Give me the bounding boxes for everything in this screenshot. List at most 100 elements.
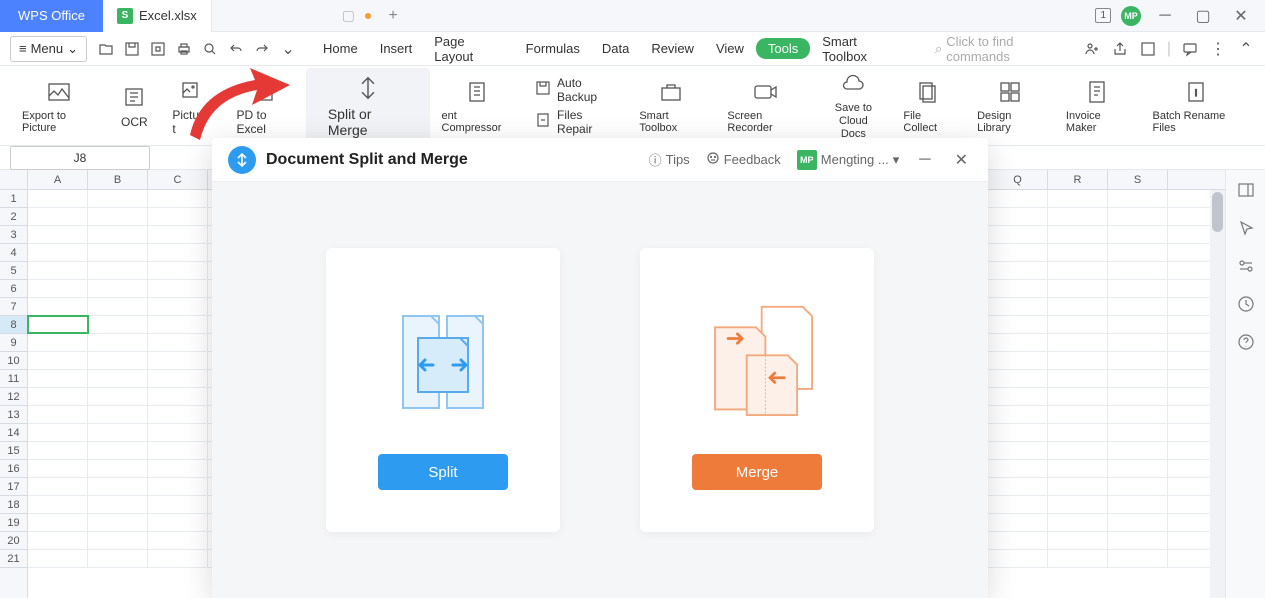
row-header[interactable]: 19 [0, 514, 27, 532]
cell[interactable] [148, 442, 208, 459]
cell[interactable] [988, 298, 1048, 315]
row-header[interactable]: 16 [0, 460, 27, 478]
maximize-button[interactable]: ▢ [1189, 4, 1217, 28]
cell[interactable] [1048, 460, 1108, 477]
cell[interactable] [988, 316, 1048, 333]
cell[interactable] [148, 298, 208, 315]
cell[interactable] [1108, 244, 1168, 261]
comment-icon[interactable] [1181, 40, 1199, 58]
cell[interactable] [988, 352, 1048, 369]
cell[interactable] [28, 442, 88, 459]
cell[interactable] [988, 406, 1048, 423]
tab-home[interactable]: Home [313, 35, 368, 62]
cell[interactable] [1108, 262, 1168, 279]
cell[interactable] [88, 388, 148, 405]
find-commands[interactable]: ⌕ Click to find commands [935, 34, 1079, 64]
cell[interactable] [988, 226, 1048, 243]
file-collect-button[interactable]: File Collect [891, 71, 965, 141]
cell[interactable] [88, 406, 148, 423]
cell[interactable] [1108, 442, 1168, 459]
cell[interactable] [1108, 388, 1168, 405]
minimize-button[interactable]: ─ [1151, 4, 1179, 28]
cell[interactable] [88, 334, 148, 351]
open-icon[interactable] [97, 40, 115, 58]
row-header[interactable]: 18 [0, 496, 27, 514]
cell[interactable] [1048, 280, 1108, 297]
cell[interactable] [88, 370, 148, 387]
row-header[interactable]: 7 [0, 298, 27, 316]
cell[interactable] [88, 514, 148, 531]
cell[interactable] [88, 352, 148, 369]
cell[interactable] [88, 496, 148, 513]
row-header[interactable]: 13 [0, 406, 27, 424]
cell[interactable] [1108, 298, 1168, 315]
cell[interactable] [148, 280, 208, 297]
preview-icon[interactable] [201, 40, 219, 58]
help-icon[interactable] [1236, 332, 1256, 352]
row-header[interactable]: 17 [0, 478, 27, 496]
cell[interactable] [1048, 478, 1108, 495]
cell[interactable] [988, 514, 1048, 531]
split-button[interactable]: Split [378, 454, 508, 490]
cell[interactable] [1048, 550, 1108, 567]
cell[interactable] [28, 478, 88, 495]
more-icon[interactable]: ⋮ [1209, 40, 1227, 58]
user-avatar[interactable]: MP [1121, 6, 1141, 26]
cell[interactable] [988, 370, 1048, 387]
cell[interactable] [1048, 226, 1108, 243]
cell[interactable] [1108, 496, 1168, 513]
design-library-button[interactable]: Design Library [965, 71, 1054, 141]
cell[interactable] [28, 262, 88, 279]
cell[interactable] [1048, 334, 1108, 351]
cell[interactable] [988, 262, 1048, 279]
tips-button[interactable]: ⓘ Tips [649, 150, 690, 169]
tab-page-layout[interactable]: Page Layout [424, 28, 513, 70]
cell[interactable] [88, 208, 148, 225]
cell[interactable] [1048, 424, 1108, 441]
cell[interactable] [1048, 352, 1108, 369]
batch-rename-button[interactable]: I Batch Rename Files [1141, 71, 1256, 141]
cell[interactable] [88, 280, 148, 297]
tab-formulas[interactable]: Formulas [516, 35, 590, 62]
row-header[interactable]: 3 [0, 226, 27, 244]
cell[interactable] [148, 190, 208, 207]
cell[interactable] [88, 298, 148, 315]
cell[interactable] [148, 406, 208, 423]
cell[interactable] [988, 442, 1048, 459]
cursor-icon[interactable] [1236, 218, 1256, 238]
cell[interactable] [1108, 280, 1168, 297]
tab-data[interactable]: Data [592, 35, 639, 62]
cell[interactable] [1108, 190, 1168, 207]
cell[interactable] [1048, 244, 1108, 261]
template-icon[interactable] [149, 40, 167, 58]
cell[interactable] [1108, 514, 1168, 531]
settings-icon[interactable] [1236, 256, 1256, 276]
smart-toolbox-button[interactable]: Smart Toolbox [627, 71, 715, 141]
cell[interactable] [1108, 478, 1168, 495]
cell[interactable] [988, 532, 1048, 549]
screen-recorder-button[interactable]: Screen Recorder [715, 71, 815, 141]
row-header[interactable]: 8 [0, 316, 27, 334]
cloud-save-icon[interactable] [1139, 40, 1157, 58]
cell[interactable] [988, 280, 1048, 297]
cell[interactable] [1048, 316, 1108, 333]
cell[interactable] [28, 550, 88, 567]
export-to-picture-button[interactable]: Export to Picture [10, 71, 108, 141]
document-compressor-button[interactable]: ent Compressor [430, 71, 526, 141]
cell[interactable] [1048, 370, 1108, 387]
cell[interactable] [148, 208, 208, 225]
cell[interactable] [28, 532, 88, 549]
tab-smart-toolbox[interactable]: Smart Toolbox [812, 28, 911, 70]
cell[interactable] [148, 478, 208, 495]
cell[interactable] [988, 334, 1048, 351]
cell[interactable] [1108, 370, 1168, 387]
cell[interactable] [148, 514, 208, 531]
row-header[interactable]: 21 [0, 550, 27, 568]
cell[interactable] [28, 280, 88, 297]
share-user-icon[interactable] [1083, 40, 1101, 58]
cell[interactable] [1108, 532, 1168, 549]
cell[interactable] [148, 226, 208, 243]
cell[interactable] [1048, 190, 1108, 207]
cell[interactable] [988, 190, 1048, 207]
cell[interactable] [28, 190, 88, 207]
